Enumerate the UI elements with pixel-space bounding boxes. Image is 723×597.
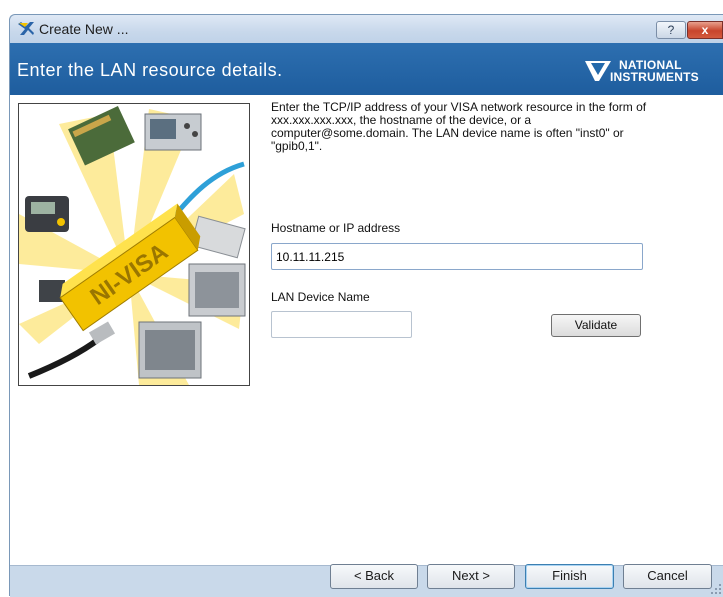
dialog-window: Create New ... ? x Enter the LAN resourc…: [9, 14, 723, 597]
title-bar[interactable]: Create New ... ? x: [10, 15, 723, 43]
device-pxi-chassis: [188, 263, 246, 317]
resize-grip-icon[interactable]: [709, 582, 723, 596]
content-area: NI-VISA Enter the TCP/IP address of your…: [10, 95, 723, 566]
help-button[interactable]: ?: [656, 21, 686, 39]
back-button[interactable]: < Back: [330, 564, 418, 589]
ni-logo: NATIONAL INSTRUMENTS: [585, 58, 723, 84]
logo-line-instruments: INSTRUMENTS: [610, 70, 699, 84]
close-button[interactable]: x: [687, 21, 723, 39]
device-oscilloscope: [144, 113, 202, 151]
device-handheld-meter: [25, 196, 69, 232]
ni-eagle-icon: [585, 61, 611, 81]
validate-button[interactable]: Validate: [551, 314, 641, 337]
hostname-input[interactable]: [271, 243, 643, 270]
device-pxi-chassis-large: [138, 321, 202, 379]
window-title: Create New ...: [39, 21, 129, 37]
finish-button[interactable]: Finish: [525, 564, 614, 589]
hostname-label: Hostname or IP address: [271, 221, 401, 235]
instructions-text: Enter the TCP/IP address of your VISA ne…: [271, 100, 647, 153]
lan-device-label: LAN Device Name: [271, 290, 370, 304]
lan-device-input[interactable]: [271, 311, 412, 338]
ni-visa-graphic: NI-VISA: [18, 103, 250, 386]
next-button[interactable]: Next >: [427, 564, 515, 589]
cancel-button[interactable]: Cancel: [623, 564, 712, 589]
wizard-header: Enter the LAN resource details. NATIONAL…: [10, 43, 723, 95]
ni-app-icon: [18, 22, 34, 35]
ni-visa-illustration: NI-VISA: [19, 104, 249, 385]
page-title: Enter the LAN resource details.: [17, 60, 283, 80]
